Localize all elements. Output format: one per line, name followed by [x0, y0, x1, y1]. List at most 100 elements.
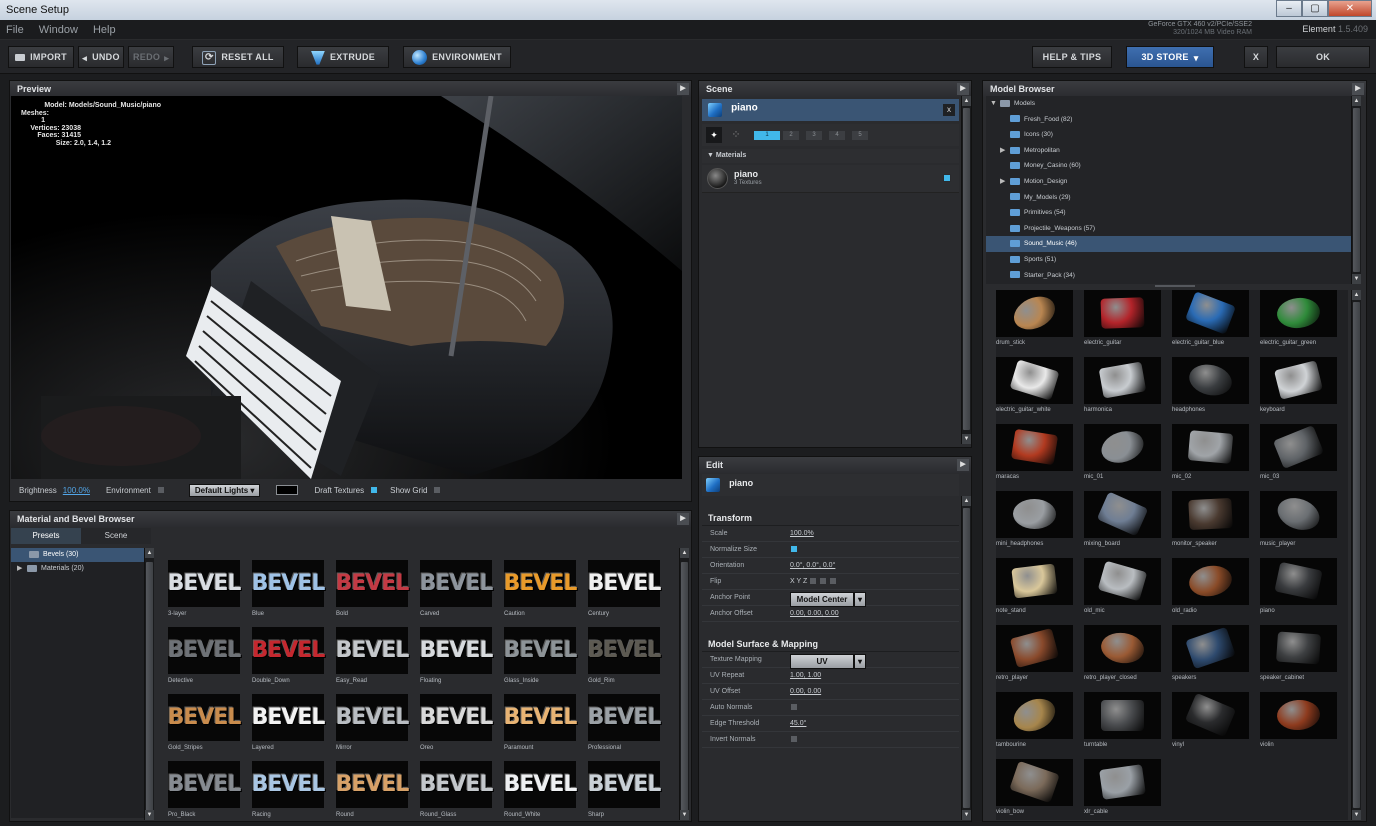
model-item-violin-bow[interactable]: violin_bow — [996, 759, 1084, 826]
model-item-headphones[interactable]: headphones — [1172, 357, 1260, 424]
scroll-up-arrow-icon[interactable]: ▲ — [962, 496, 971, 506]
splitter-handle[interactable] — [1155, 285, 1195, 287]
bevel-preset-glass-inside[interactable]: BEVEL Glass_Inside — [504, 627, 582, 689]
model-item-mic-03[interactable]: mic_03 — [1260, 424, 1348, 491]
model-item-vinyl[interactable]: vinyl — [1172, 692, 1260, 759]
model-item-electric-guitar[interactable]: electric_guitar — [1084, 290, 1172, 357]
expand-triangle-icon[interactable]: ▶ — [17, 562, 27, 576]
model-folder-metropolitan[interactable]: ▶ Metropolitan — [986, 143, 1351, 159]
minimize-button[interactable]: – — [1276, 0, 1302, 17]
scene-scrollbar[interactable]: ▲ ▼ — [961, 96, 971, 444]
scale-value[interactable]: 100.0% — [790, 526, 814, 542]
model-folder-my-models[interactable]: My_Models (29) — [986, 190, 1351, 206]
model-item-turntable[interactable]: turntable — [1084, 692, 1172, 759]
remove-object-button[interactable]: x — [943, 104, 955, 116]
menu-file[interactable]: File — [0, 20, 30, 40]
menu-help[interactable]: Help — [87, 20, 122, 40]
edge-threshold-value[interactable]: 45.0° — [790, 716, 806, 732]
panel-expand-arrow-icon[interactable]: ▶ — [677, 83, 689, 95]
scroll-up-arrow-icon[interactable]: ▲ — [1352, 290, 1361, 300]
scroll-down-arrow-icon[interactable]: ▼ — [145, 810, 154, 820]
model-item-music-player[interactable]: music_player — [1260, 491, 1348, 558]
model-item-mic-01[interactable]: mic_01 — [1084, 424, 1172, 491]
tab-presets[interactable]: Presets — [11, 528, 81, 544]
flip-z-checkbox[interactable] — [829, 577, 838, 586]
3d-store-button[interactable]: 3D STORE ▾ — [1126, 46, 1214, 68]
tab-scene[interactable]: Scene — [81, 528, 151, 544]
bevel-preset-pro-black[interactable]: BEVEL Pro_Black — [168, 761, 246, 823]
normalize-size-checkbox[interactable] — [790, 545, 798, 554]
scrollbar-thumb[interactable] — [1353, 108, 1360, 272]
scrollbar-thumb[interactable] — [963, 108, 970, 430]
tree-root-models[interactable]: ▼ Models — [986, 96, 1351, 112]
model-item-monitor-speaker[interactable]: monitor_speaker — [1172, 491, 1260, 558]
scrollbar-thumb[interactable] — [963, 508, 970, 808]
collapse-triangle-icon[interactable]: ▼ — [707, 152, 716, 159]
redo-button[interactable]: REDO ▸ — [128, 46, 174, 68]
scrollbar-thumb[interactable] — [146, 562, 153, 812]
model-item-maracas[interactable]: maracas — [996, 424, 1084, 491]
model-item-violin[interactable]: violin — [1260, 692, 1348, 759]
model-item-note-stand[interactable]: note_stand — [996, 558, 1084, 625]
model-item-old-mic[interactable]: old_mic — [1084, 558, 1172, 625]
model-folder-primitives[interactable]: Primitives (54) — [986, 205, 1351, 221]
model-item-keyboard[interactable]: keyboard — [1260, 357, 1348, 424]
chevron-down-icon[interactable]: ▾ — [854, 592, 867, 607]
scroll-down-arrow-icon[interactable]: ▼ — [1352, 810, 1361, 820]
ok-button[interactable]: OK — [1276, 46, 1370, 68]
model-folder-money-casino[interactable]: Money_Casino (60) — [986, 158, 1351, 174]
extrude-button[interactable]: EXTRUDE — [297, 46, 389, 68]
flip-y-checkbox[interactable] — [819, 577, 828, 586]
show-grid-checkbox[interactable] — [433, 486, 442, 494]
auto-normals-checkbox[interactable] — [790, 703, 798, 712]
layer-2-button[interactable]: 2 — [783, 131, 799, 140]
bevel-preset-round-white[interactable]: BEVEL Round_White — [504, 761, 582, 823]
bevel-preset-round-glass[interactable]: BEVEL Round_Glass — [420, 761, 498, 823]
edit-scrollbar[interactable]: ▲ ▼ — [961, 496, 971, 820]
model-item-xlr-cable[interactable]: xlr_cable — [1084, 759, 1172, 826]
panel-expand-arrow-icon[interactable]: ▶ — [1352, 83, 1364, 95]
bevel-preset-paramount[interactable]: BEVEL Paramount — [504, 694, 582, 756]
model-item-electric-guitar-blue[interactable]: electric_guitar_blue — [1172, 290, 1260, 357]
menu-window[interactable]: Window — [33, 20, 84, 40]
tree-item-materials[interactable]: ▶ Materials (20) — [11, 562, 144, 576]
panel-expand-arrow-icon[interactable]: ▶ — [957, 83, 969, 95]
model-item-retro-player[interactable]: retro_player — [996, 625, 1084, 692]
panel-expand-arrow-icon[interactable]: ▶ — [957, 459, 969, 471]
tree-item-bevels[interactable]: Bevels (30) — [11, 548, 144, 562]
orientation-value[interactable]: 0.0°, 0.0°, 0.0° — [790, 558, 835, 574]
bevel-grid-scrollbar[interactable]: ▲ ▼ — [679, 548, 689, 820]
bevel-preset-detective[interactable]: BEVEL Detective — [168, 627, 246, 689]
scroll-up-arrow-icon[interactable]: ▲ — [962, 96, 971, 106]
bevel-preset-gold-rim[interactable]: BEVEL Gold_Rim — [588, 627, 666, 689]
bevel-preset-blue[interactable]: BEVEL Blue — [252, 560, 330, 622]
scroll-up-arrow-icon[interactable]: ▲ — [680, 548, 689, 558]
help-tips-button[interactable]: HELP & TIPS — [1032, 46, 1112, 68]
scene-object-row[interactable]: piano x — [702, 99, 959, 121]
scroll-down-arrow-icon[interactable]: ▼ — [962, 810, 971, 820]
bevel-preset-floating[interactable]: BEVEL Floating — [420, 627, 498, 689]
invert-normals-checkbox[interactable] — [790, 735, 798, 744]
bevel-preset-carved[interactable]: BEVEL Carved — [420, 560, 498, 622]
brightness-value[interactable]: 100.0% — [63, 486, 90, 495]
model-grid-scrollbar[interactable]: ▲ ▼ — [1351, 290, 1361, 820]
environment-button[interactable]: ENVIRONMENT — [403, 46, 511, 68]
reset-all-button[interactable]: ⟳ RESET ALL — [192, 46, 284, 68]
model-item-drum-stick[interactable]: drum_stick — [996, 290, 1084, 357]
expand-triangle-icon[interactable]: ▶ — [1000, 143, 1010, 159]
texture-mapping-dropdown[interactable]: UV — [790, 654, 854, 669]
layer-4-button[interactable]: 4 — [829, 131, 845, 140]
model-folder-motion-design[interactable]: ▶ Motion_Design — [986, 174, 1351, 190]
scrollbar-thumb[interactable] — [681, 562, 688, 812]
model-item-retro-player-closed[interactable]: retro_player_closed — [1084, 625, 1172, 692]
scroll-up-arrow-icon[interactable]: ▲ — [1352, 96, 1361, 106]
model-item-piano[interactable]: piano — [1260, 558, 1348, 625]
background-color-swatch[interactable] — [276, 485, 299, 495]
model-folder-fresh-food[interactable]: Fresh_Food (82) — [986, 112, 1351, 128]
close-window-button[interactable]: ✕ — [1328, 0, 1372, 17]
bevel-preset-3-layer[interactable]: BEVEL 3-layer — [168, 560, 246, 622]
model-folder-icons[interactable]: Icons (30) — [986, 127, 1351, 143]
material-row-piano[interactable]: piano 3 Textures — [702, 165, 959, 193]
bevel-preset-layered[interactable]: BEVEL Layered — [252, 694, 330, 756]
model-item-mic-02[interactable]: mic_02 — [1172, 424, 1260, 491]
